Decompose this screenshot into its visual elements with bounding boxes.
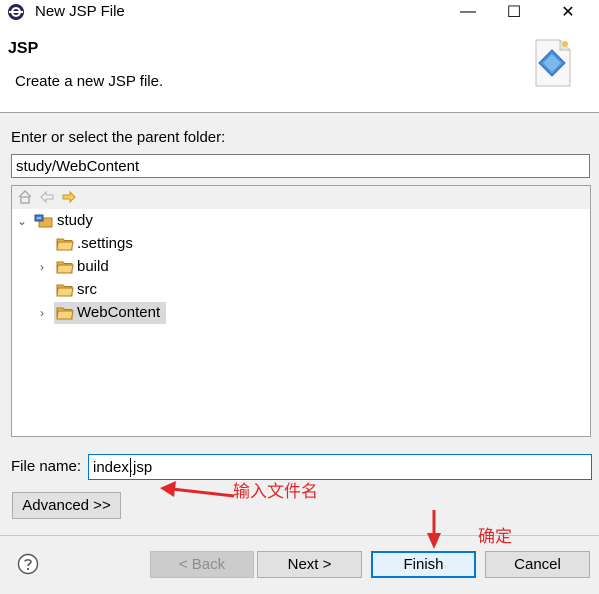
- advanced-button[interactable]: Advanced >>: [12, 492, 121, 519]
- cancel-button[interactable]: Cancel: [485, 551, 590, 578]
- maximize-icon: ☐: [506, 4, 522, 21]
- tree-item-settings[interactable]: .settings: [36, 233, 136, 255]
- text-caret: [130, 458, 131, 477]
- home-icon[interactable]: [17, 189, 33, 205]
- tree-item-webcontent[interactable]: › WebContent: [36, 302, 167, 324]
- wizard-banner: [0, 24, 599, 113]
- finish-button[interactable]: Finish: [371, 551, 476, 578]
- close-icon: ✕: [561, 4, 575, 21]
- parent-folder-input[interactable]: study/WebContent: [11, 154, 590, 178]
- minimize-icon: —: [460, 3, 476, 20]
- folder-icon: [56, 238, 74, 251]
- tree-item-src[interactable]: src: [36, 279, 100, 301]
- tree-item-build[interactable]: › build: [36, 256, 112, 278]
- arrow-to-finish-icon: [427, 510, 441, 549]
- banner-description: Create a new JSP file.: [15, 73, 164, 90]
- tree-item-label: study: [57, 212, 93, 229]
- tree-item-label: WebContent: [77, 304, 161, 321]
- eclipse-app-icon: [7, 3, 25, 21]
- chevron-right-icon[interactable]: ›: [36, 260, 48, 274]
- jsp-file-icon: [532, 38, 574, 88]
- folder-icon: [56, 307, 74, 320]
- window-title: New JSP File: [35, 3, 125, 20]
- forward-arrow-icon[interactable]: [61, 189, 77, 205]
- file-name-input[interactable]: index.jsp: [88, 454, 592, 480]
- annotation-filename-hint: 输入文件名: [233, 482, 318, 501]
- back-button[interactable]: < Back: [150, 551, 254, 578]
- selected-item-highlight: WebContent: [54, 302, 167, 324]
- chevron-down-icon[interactable]: ⌄: [16, 214, 28, 228]
- back-arrow-icon[interactable]: [39, 189, 55, 205]
- project-icon: [34, 214, 53, 228]
- file-name-label: File name:: [11, 458, 82, 475]
- tree-toolbar: [12, 186, 590, 209]
- next-button[interactable]: Next >: [257, 551, 362, 578]
- chevron-right-icon[interactable]: ›: [36, 306, 48, 320]
- arrow-to-filename-icon: [160, 481, 235, 498]
- minimize-button[interactable]: —: [445, 0, 491, 24]
- tree-item-label: build: [77, 258, 109, 275]
- folder-icon: [56, 261, 74, 274]
- tree-item-label: .settings: [77, 235, 133, 252]
- maximize-button[interactable]: ☐: [491, 0, 537, 24]
- tree-item-label: src: [77, 281, 97, 298]
- banner-title: JSP: [8, 40, 39, 57]
- annotation-confirm-hint: 确定: [478, 527, 512, 546]
- folder-icon: [56, 284, 74, 297]
- parent-folder-label: Enter or select the parent folder:: [11, 129, 226, 146]
- close-button[interactable]: ✕: [545, 0, 591, 24]
- tree-item-study[interactable]: ⌄ study: [16, 210, 96, 232]
- help-icon[interactable]: [17, 553, 39, 575]
